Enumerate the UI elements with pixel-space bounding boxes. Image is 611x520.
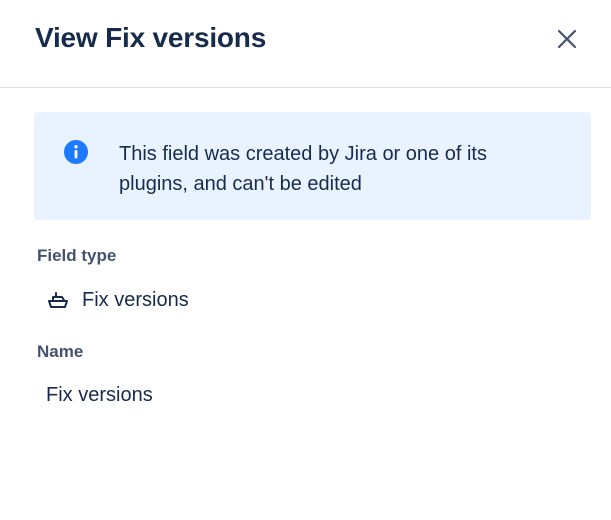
field-type-label: Field type xyxy=(37,246,117,265)
panel-header: View Fix versions xyxy=(0,0,611,88)
field-type-value: Fix versions xyxy=(46,288,189,312)
info-icon xyxy=(64,140,88,164)
page-title: View Fix versions xyxy=(35,22,267,53)
info-message: This field was created by Jira or one of… xyxy=(119,143,487,195)
name-value: Fix versions xyxy=(46,384,153,406)
info-banner: This field was created by Jira or one of… xyxy=(34,112,591,220)
ship-icon xyxy=(48,292,68,308)
name-label: Name xyxy=(37,342,84,361)
close-icon xyxy=(557,29,577,49)
view-field-panel: View Fix versions This field was created… xyxy=(0,0,611,520)
close-button[interactable] xyxy=(549,21,585,57)
field-type-text: Fix versions xyxy=(82,288,189,311)
